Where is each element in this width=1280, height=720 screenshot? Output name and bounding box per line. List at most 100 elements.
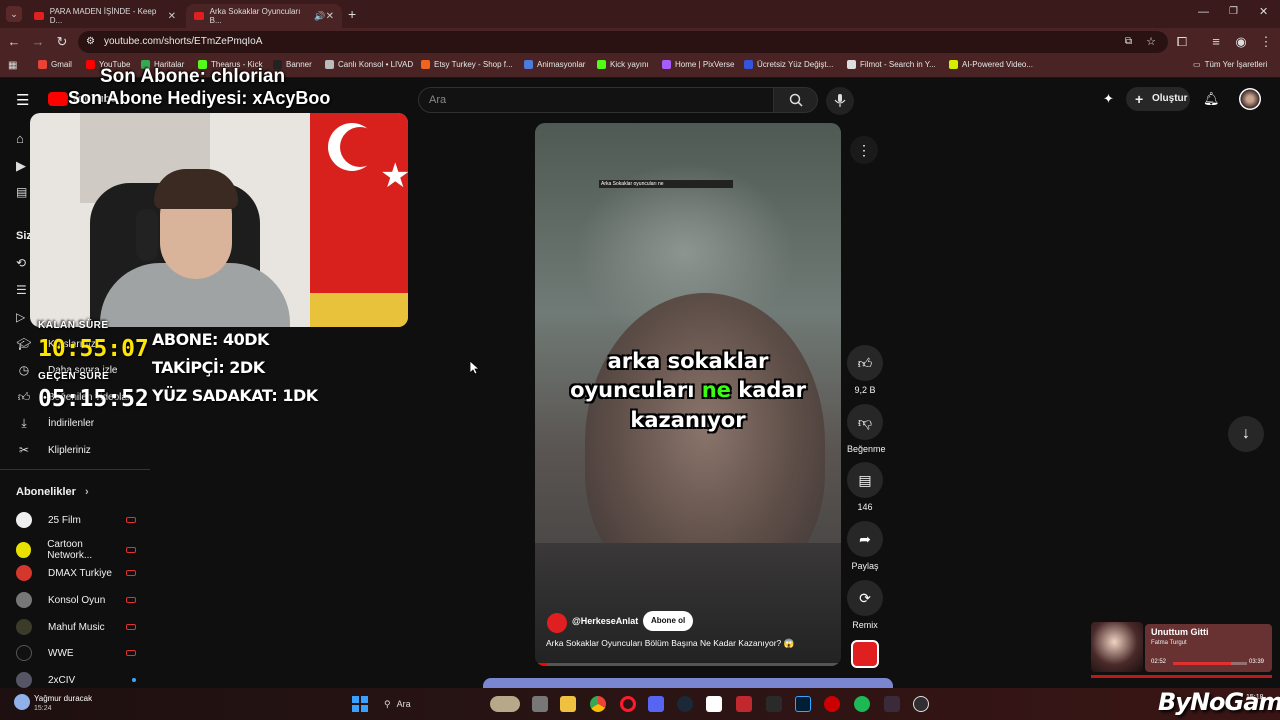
bookmark-animasyonlar[interactable]: Animasyonlar xyxy=(524,60,585,69)
sidebar-item-clips[interactable]: ✂ Klipleriniz xyxy=(16,442,91,458)
next-video-button[interactable]: ↓ xyxy=(1228,416,1264,452)
channel-avatar xyxy=(16,565,32,581)
obs-icon[interactable] xyxy=(913,696,929,712)
share-action[interactable]: ➦ Paylaş xyxy=(847,521,883,571)
account-avatar[interactable] xyxy=(1239,88,1261,110)
playlists-icon[interactable]: ☰ xyxy=(16,283,27,297)
voicemeeter-icon[interactable] xyxy=(736,696,752,712)
extensions-icon[interactable]: ⧠ xyxy=(1174,34,1190,50)
search-button[interactable] xyxy=(774,87,818,113)
bookmark-ai-video[interactable]: AI-Powered Video... xyxy=(949,60,1033,69)
dislike-action[interactable]: 👎︎ Beğenme xyxy=(847,404,886,454)
bookmark-konsol[interactable]: Canlı Konsol • LIVAD xyxy=(325,60,413,69)
new-content-dot xyxy=(132,678,136,682)
bookmark-filmot[interactable]: Filmot - Search in Y... xyxy=(847,60,936,69)
bookmark-star-icon[interactable]: ☆ xyxy=(1146,31,1156,53)
mouse-cursor-icon xyxy=(469,360,481,380)
comments-action[interactable]: ▤ 146 xyxy=(847,462,883,512)
home-icon[interactable]: ⌂ xyxy=(16,131,24,146)
bookmark-label: Gmail xyxy=(51,60,72,69)
taskbar-search[interactable]: ⚲ Ara xyxy=(378,694,478,714)
apps-icon[interactable]: ▦ xyxy=(8,60,17,71)
channel-avatar[interactable] xyxy=(547,613,567,633)
search-input[interactable]: Ara xyxy=(418,87,774,113)
vegas-icon[interactable] xyxy=(884,696,900,712)
scissors-icon: ✂ xyxy=(18,443,30,457)
close-icon[interactable]: ✕ xyxy=(326,11,334,22)
forward-icon[interactable]: → xyxy=(30,34,46,50)
chrome-icon[interactable] xyxy=(590,696,606,712)
your-videos-icon[interactable]: ▷ xyxy=(16,310,25,324)
remix-icon: ⟳ xyxy=(847,580,883,616)
spotify-icon[interactable] xyxy=(854,696,870,712)
task-view-icon[interactable] xyxy=(532,696,548,712)
subscriptions-heading[interactable]: Abonelikler › xyxy=(16,486,89,498)
subscription-item[interactable]: 2xCIV xyxy=(16,672,136,688)
create-button[interactable]: + Oluştur xyxy=(1126,87,1190,111)
opera-icon[interactable] xyxy=(620,696,636,712)
url-field[interactable]: ⚙ youtube.com/shorts/ETmZePmqIoA ⧉ ☆ xyxy=(78,31,1168,53)
sidebar-item-downloads[interactable]: ⤓ İndirilenler xyxy=(16,415,94,431)
maximize-button[interactable]: ❐ xyxy=(1229,6,1238,17)
close-window-button[interactable]: ✕ xyxy=(1259,5,1268,18)
bookmark-gmail[interactable]: Gmail xyxy=(38,60,72,69)
elapsed-label: GEÇEN SÜRE xyxy=(38,371,110,382)
remix-action[interactable]: ⟳ Remix xyxy=(847,580,883,630)
start-button-icon[interactable] xyxy=(352,696,368,712)
audio-thumbnail[interactable] xyxy=(851,640,879,668)
profile-icon[interactable]: ◉ xyxy=(1233,34,1249,50)
widgets-icon[interactable] xyxy=(490,696,520,712)
bookmark-kick[interactable]: Kick yayını xyxy=(597,60,649,69)
tab-search-icon[interactable]: ⌄ xyxy=(6,6,22,22)
discord-icon[interactable] xyxy=(648,696,664,712)
steam-icon[interactable] xyxy=(677,696,693,712)
shorts-icon[interactable]: ▶ xyxy=(16,158,26,174)
weather-text[interactable]: Yağmur duracak xyxy=(34,694,92,703)
video-title[interactable]: Arka Sokaklar Oyuncuları Bölüm Başına Ne… xyxy=(546,638,836,649)
live-icon xyxy=(126,547,136,553)
reload-icon[interactable]: ↻ xyxy=(54,34,70,50)
more-options-button[interactable]: ⋮ xyxy=(850,136,878,164)
bookmark-etsy[interactable]: Etsy Turkey - Shop f... xyxy=(421,60,513,69)
video-progress-bar[interactable] xyxy=(535,663,841,666)
capcut-icon[interactable] xyxy=(706,696,722,712)
minimize-button[interactable]: — xyxy=(1198,6,1209,18)
site-info-icon[interactable]: ⚙ xyxy=(86,31,95,53)
subscription-item[interactable]: Cartoon Network... xyxy=(16,539,136,561)
elapsed-timer: 05:15:52 xyxy=(38,386,149,412)
bookmark-faceswap[interactable]: Ücretsiz Yüz Değişt... xyxy=(744,60,833,69)
subscription-item[interactable]: DMAX Turkiye xyxy=(16,565,136,581)
back-icon[interactable]: ← xyxy=(6,34,22,50)
tab-inactive[interactable]: PARA MADEN İŞİNDE - Keep D... ✕ xyxy=(26,4,184,28)
subscriptions-icon[interactable]: ▤ xyxy=(16,185,27,199)
media-icon[interactable]: ≡ xyxy=(1208,34,1224,50)
file-explorer-icon[interactable] xyxy=(560,696,576,712)
notifications-bell-icon[interactable]: 🔔︎ xyxy=(1203,91,1220,107)
subscribe-button[interactable]: Abone ol xyxy=(643,611,694,631)
voice-search-button[interactable] xyxy=(826,87,854,115)
history-icon[interactable]: ⟲ xyxy=(16,256,26,270)
filmot-icon xyxy=(847,60,856,69)
close-icon[interactable]: ✕ xyxy=(168,11,176,22)
epic-games-icon[interactable] xyxy=(766,696,782,712)
hamburger-menu-icon[interactable]: ☰ xyxy=(16,91,29,109)
like-action[interactable]: 👍︎ 9,2 B xyxy=(847,345,883,395)
new-tab-button[interactable]: + xyxy=(348,6,356,22)
subscription-item[interactable]: 25 Film xyxy=(16,512,136,528)
sidebar-item-label: İndirilenler xyxy=(48,417,95,429)
subscription-item[interactable]: Mahuf Music xyxy=(16,619,136,635)
channel-handle[interactable]: @HerkeseAnlat xyxy=(572,616,638,626)
gemini-icon[interactable]: ✦ xyxy=(1103,91,1114,107)
subscription-item[interactable]: WWE xyxy=(16,645,136,661)
install-icon[interactable]: ⧉ xyxy=(1125,31,1132,53)
bookmark-pixverse[interactable]: Home | PixVerse xyxy=(662,60,734,69)
record-icon[interactable] xyxy=(824,696,840,712)
photoshop-icon[interactable] xyxy=(795,696,811,712)
weather-icon[interactable] xyxy=(14,694,30,710)
menu-icon[interactable]: ⋮ xyxy=(1258,34,1274,50)
all-bookmarks[interactable]: ▭ Tüm Yer İşaretleri xyxy=(1193,60,1267,69)
short-video-player[interactable]: Arka Sokaklar oyuncuları ne arka sokakla… xyxy=(535,123,841,666)
tab-active[interactable]: Arka Sokaklar Oyuncuları B... 🔊 ✕ xyxy=(186,4,342,28)
speaker-icon[interactable]: 🔊 xyxy=(314,11,325,22)
subscription-item[interactable]: Konsol Oyun xyxy=(16,592,136,608)
